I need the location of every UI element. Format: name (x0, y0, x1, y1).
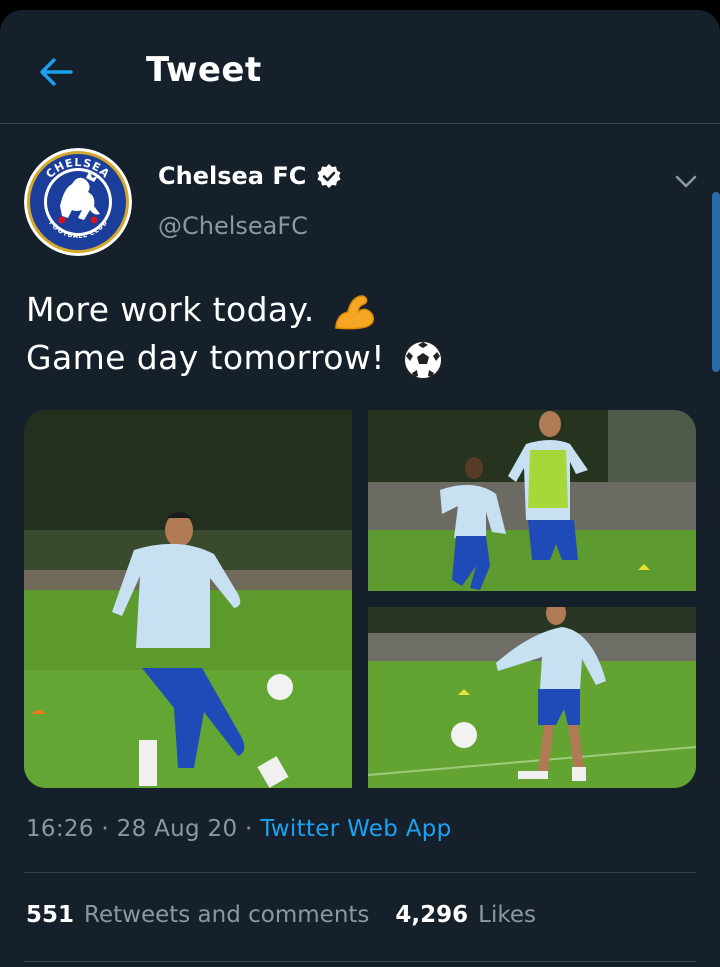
photo-2[interactable] (368, 410, 696, 591)
page-title: Tweet (146, 50, 262, 90)
retweets-count: 551 (26, 902, 75, 928)
tweet-source-link[interactable]: Twitter Web App (260, 816, 451, 842)
tweet-text: More work today. Game day tomorrow! (26, 286, 444, 382)
likes-label: Likes (478, 902, 537, 928)
chelsea-crest-logo: CHELSEA FOOTBALL CLUB (24, 148, 132, 256)
likes-count: 4,296 (395, 902, 469, 928)
soccer-ball-emoji (402, 339, 443, 380)
meta-separator: · (237, 816, 261, 842)
tweet-date: 28 Aug 20 (116, 816, 238, 842)
divider (24, 961, 696, 962)
chevron-down-icon[interactable] (672, 170, 700, 194)
media-grid (24, 410, 696, 788)
tweet-detail-screen: Tweet CHELSEA FOOTBALL CLUB Chelsea FC @… (0, 10, 720, 967)
back-button[interactable] (30, 46, 82, 98)
tweet-stats: 551 Retweets and comments 4,296 Likes (26, 902, 536, 928)
flexed-biceps-emoji (334, 294, 374, 329)
training-photo-1 (24, 410, 352, 788)
author-name[interactable]: Chelsea FC (158, 162, 306, 190)
likes-stat[interactable]: 4,296 Likes (395, 902, 536, 928)
meta-separator: · (93, 816, 117, 842)
training-photo-3 (368, 607, 696, 788)
photo-3[interactable] (368, 607, 696, 788)
tweet-meta: 16:26 · 28 Aug 20 · Twitter Web App (26, 816, 452, 842)
training-photo-2 (368, 410, 696, 591)
author-name-row[interactable]: Chelsea FC (158, 162, 342, 190)
divider (24, 872, 696, 873)
scrollbar[interactable] (712, 192, 720, 372)
photo-1[interactable] (24, 410, 352, 788)
top-bar: Tweet (0, 10, 720, 124)
tweet-line-1: More work today. (26, 286, 444, 334)
tweet-time: 16:26 (26, 816, 94, 842)
tweet-line-2: Game day tomorrow! (26, 334, 444, 382)
author-handle[interactable]: @ChelseaFC (158, 212, 308, 240)
retweets-stat[interactable]: 551 Retweets and comments (26, 902, 369, 928)
avatar[interactable]: CHELSEA FOOTBALL CLUB (24, 148, 132, 256)
retweets-label: Retweets and comments (84, 902, 370, 928)
verified-badge-icon (317, 164, 341, 188)
back-arrow-icon (40, 58, 73, 86)
